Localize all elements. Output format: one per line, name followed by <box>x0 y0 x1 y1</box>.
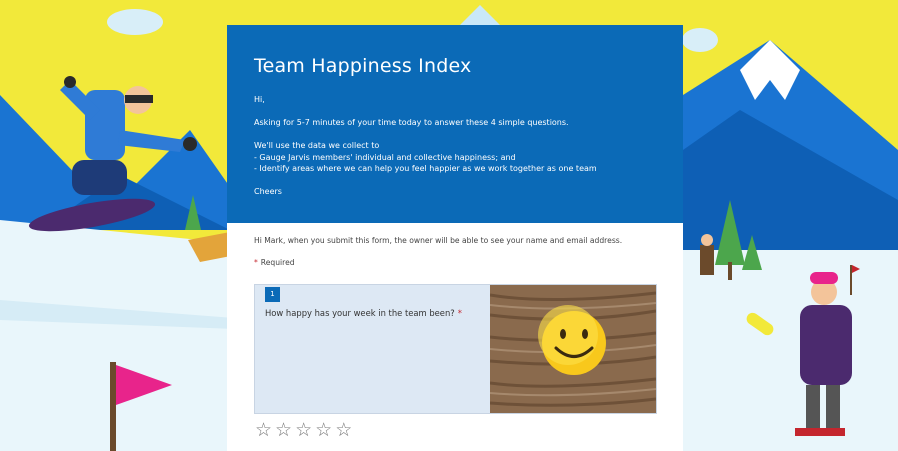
question-text: How happy has your week in the team been… <box>265 308 462 318</box>
form-description: Hi, Asking for 5-7 minutes of your time … <box>254 95 597 196</box>
star-outline-icon[interactable]: ☆ <box>295 420 312 440</box>
star-rating[interactable]: ☆ ☆ ☆ ☆ ☆ <box>255 420 352 440</box>
form-header: Team Happiness Index Hi, Asking for 5-7 … <box>227 25 683 223</box>
form-panel: Team Happiness Index Hi, Asking for 5-7 … <box>227 25 683 451</box>
required-label: Required <box>260 258 295 267</box>
form-title: Team Happiness Index <box>254 55 472 77</box>
question-required-mark: * <box>457 308 462 318</box>
required-asterisk: * <box>254 258 258 267</box>
smiley-face-image <box>490 285 656 413</box>
star-outline-icon[interactable]: ☆ <box>335 420 352 440</box>
question-card: 1 How happy has your week in the team be… <box>254 284 657 414</box>
star-outline-icon[interactable]: ☆ <box>275 420 292 440</box>
question-number-badge: 1 <box>265 287 280 302</box>
question-label: How happy has your week in the team been… <box>265 308 455 318</box>
required-legend: * Required <box>254 258 295 267</box>
identity-notice: Hi Mark, when you submit this form, the … <box>254 236 623 245</box>
star-outline-icon[interactable]: ☆ <box>255 420 272 440</box>
star-outline-icon[interactable]: ☆ <box>315 420 332 440</box>
